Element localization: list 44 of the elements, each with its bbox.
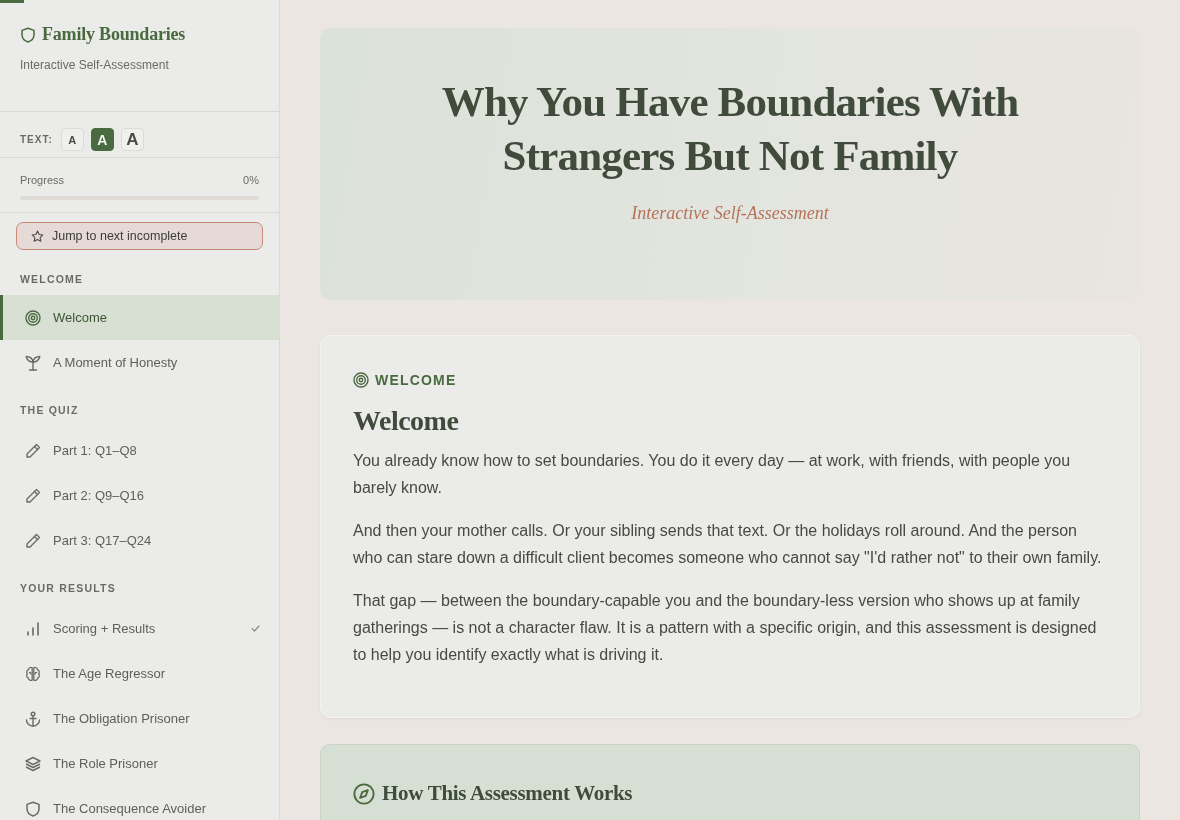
app-subtitle: Interactive Self-Assessment [20,58,170,72]
pencil-icon [25,532,41,549]
bar-chart-icon [25,620,41,637]
section-heading: Welcome [353,404,460,438]
layers-icon [25,755,41,772]
text-size-button[interactable]: A [60,128,84,151]
sidebar-item[interactable]: Welcome [0,295,279,340]
sidebar-item[interactable]: Part 3: Q17–Q24 [0,518,279,563]
section-kicker: WELCOME [375,372,457,388]
shield-icon [25,800,41,817]
sprout-icon [25,354,41,371]
sidebar-section-label: THE QUIZ [20,403,79,417]
sidebar-item[interactable]: The Obligation Prisoner [0,696,279,741]
text-size-button[interactable]: A [90,128,114,151]
text-size-label: TEXT: [20,134,53,145]
progress-value: 0% [243,174,259,186]
app-title: Family Boundaries [42,24,186,45]
text-size-button[interactable]: A [120,128,144,151]
target-icon [353,372,369,388]
sidebar-item[interactable]: The Consequence Avoider [0,786,279,820]
paragraph: You already know how to set boundaries. You do it every day — at work, with friends, with people you barely know. [353,451,1072,498]
shield-icon [20,26,36,43]
sidebar-section-label: WELCOME [20,272,84,286]
sidebar-section-label: YOUR RESULTS [20,581,116,595]
brain-icon [25,665,41,682]
sidebar-item[interactable]: Scoring + Results [0,606,279,651]
sidebar-item[interactable]: The Age Regressor [0,651,279,696]
jump-button[interactable]: Jump to next incomplete [16,222,263,250]
target-icon [25,309,41,326]
star-icon [31,229,44,243]
pencil-icon [25,487,41,504]
sidebar-item[interactable]: Part 1: Q1–Q8 [0,428,279,473]
paragraph: That gap — between the boundary-capable you and the boundary-less version who shows up at family gatherings — is not a character flaw. It is a pattern with a specific origin, and this assessment is designed to help you identify exactly what is driving it. [353,591,1098,665]
sidebar-item[interactable]: Part 2: Q9–Q16 [0,473,279,518]
compass-icon [353,782,375,805]
sidebar-item[interactable]: The Role Prisoner [0,741,279,786]
page-title: Why You Have Boundaries With Strangers But Not Family [440,77,1020,181]
card-heading: How This Assessment Works [382,781,633,806]
progress-label: Progress [20,174,65,186]
page-subtitle: Interactive Self-Assessment [631,203,829,224]
anchor-icon [25,710,41,727]
sidebar-item[interactable]: A Moment of Honesty [0,340,279,385]
paragraph: And then your mother calls. Or your sibling sends that text. Or the holidays roll around. And the person who can stare down a difficult client becomes someone who cannot say "I'd rather not" to their own family. [353,521,1103,568]
pencil-icon [25,442,41,459]
